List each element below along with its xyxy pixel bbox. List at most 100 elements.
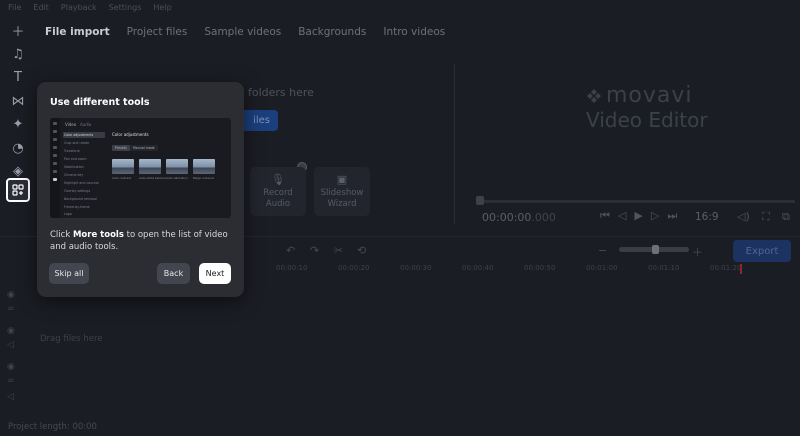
detach-icon[interactable]: ⧉	[782, 210, 790, 224]
import-tabs: File import Project files Sample videos …	[45, 26, 462, 38]
timeline-drop-hint: Drag files here	[40, 334, 103, 344]
tab-backgrounds[interactable]: Backgrounds	[298, 26, 366, 38]
preview-sidebar-icon	[53, 154, 57, 157]
menu-file[interactable]: File	[8, 3, 21, 12]
logo-subtitle: Video Editor	[586, 108, 708, 132]
ruler-tick: 00:00:10	[276, 264, 308, 272]
popup-description: Click More tools to open the list of vid…	[50, 229, 233, 253]
track-mute-icon[interactable]: ◁	[7, 392, 14, 402]
preview-menu-item: Overlay settings	[64, 189, 91, 193]
project-length: Project length: 00:00	[8, 422, 97, 432]
rotate-icon[interactable]: ⟲	[357, 244, 366, 257]
left-toolbar: ＋ ♫ T ⋈ ✦ ◔ ◈	[0, 14, 36, 424]
preview-thumbnail	[166, 159, 188, 174]
music-note-icon[interactable]: ♫	[7, 43, 29, 65]
import-plus-icon[interactable]: ＋	[7, 19, 29, 41]
ruler-tick: 00:00:30	[400, 264, 432, 272]
preview-menu-item: Crop and rotate	[64, 141, 90, 145]
preview-thumbnail	[193, 159, 215, 174]
menu-edit[interactable]: Edit	[33, 3, 49, 12]
preview-menu-item: Frame-by-frame	[64, 205, 90, 209]
preview-tab-audio: Audio	[80, 122, 92, 127]
volume-icon[interactable]: ◁)	[737, 210, 750, 223]
fullscreen-icon[interactable]: ⛶	[762, 210, 770, 224]
preview-menu-item: Background removal	[64, 197, 98, 201]
titles-icon[interactable]: T	[7, 66, 29, 88]
preview-thumbnail	[112, 159, 134, 174]
track-visibility-icon[interactable]: ◉	[7, 362, 15, 372]
more-tools-icon[interactable]	[6, 178, 30, 202]
menu-bar: File Edit Playback Settings Help	[0, 0, 800, 14]
next-button[interactable]: Next	[199, 263, 231, 284]
preview-pane-title: Color adjustments	[112, 132, 149, 137]
menu-settings[interactable]: Settings	[109, 3, 142, 12]
track-link-icon[interactable]: ∞	[7, 304, 15, 314]
play-icon[interactable]: ▶	[634, 209, 642, 223]
redo-icon[interactable]: ↷	[310, 244, 319, 257]
popup-title: Use different tools	[50, 97, 150, 108]
preview-menu-item: Highlight and conceal	[64, 181, 99, 185]
preview-sidebar-icon	[53, 178, 57, 181]
preview-menu-item: Pan and zoom	[64, 157, 87, 161]
preview-sidebar	[50, 118, 60, 218]
step-forward-icon[interactable]: ▷	[651, 209, 659, 223]
skip-end-icon[interactable]: ⏭	[667, 209, 677, 223]
zoom-in-icon[interactable]: ＋	[692, 244, 703, 260]
track-visibility-icon[interactable]: ◉	[7, 326, 15, 336]
timecode: 00:00:00.000	[482, 211, 556, 224]
slideshow-icon: ▣	[336, 172, 348, 186]
skip-all-button[interactable]: Skip all	[49, 263, 89, 284]
tab-sample-videos[interactable]: Sample videos	[204, 26, 281, 38]
tab-intro-videos[interactable]: Intro videos	[383, 26, 445, 38]
transitions-icon[interactable]: ⋈	[7, 90, 29, 112]
record-audio-label: Record Audio	[263, 187, 293, 209]
grid-icon	[12, 184, 24, 196]
preview-thumbnail-label: Magic enhance	[193, 176, 215, 180]
ruler-tick: 00:01:20	[710, 264, 742, 272]
ruler-tick: 00:01:00	[586, 264, 618, 272]
step-back-icon[interactable]: ◁	[618, 209, 626, 223]
export-button[interactable]: Export	[733, 240, 791, 262]
back-button[interactable]: Back	[157, 263, 190, 284]
timecode-main: 00:00:00	[482, 211, 532, 224]
playhead[interactable]	[740, 264, 742, 274]
zoom-out-icon[interactable]: −	[598, 244, 607, 257]
clock-icon[interactable]: ◔	[7, 137, 29, 159]
preview-thumbnail-label: Auto contrast	[112, 176, 131, 180]
track-mute-icon[interactable]: ◁	[7, 340, 14, 350]
filters-icon[interactable]: ✦	[7, 113, 29, 135]
undo-icon[interactable]: ↶	[286, 244, 295, 257]
slideshow-wizard-label: Slideshow Wizard	[320, 187, 364, 209]
timecode-ms: .000	[531, 211, 556, 224]
tab-file-import[interactable]: File import	[45, 26, 110, 38]
preview-sidebar-icon	[53, 122, 57, 125]
preview-sidebar-icon	[53, 162, 57, 165]
slideshow-wizard-card[interactable]: ▣ Slideshow Wizard	[314, 167, 370, 216]
menu-playback[interactable]: Playback	[61, 3, 97, 12]
microphone-icon: 🎙	[271, 172, 285, 186]
preview-tab-video: Video	[65, 122, 77, 127]
zoom-slider-handle[interactable]	[652, 245, 659, 254]
ruler-tick: 00:00:20	[338, 264, 370, 272]
preview-menu-item: Logo	[64, 212, 72, 216]
tab-project-files[interactable]: Project files	[127, 26, 188, 38]
aspect-ratio-select[interactable]: 16:9	[695, 211, 719, 223]
scrubber-handle[interactable]	[476, 196, 484, 205]
preview-thumbnail	[139, 159, 161, 174]
split-icon[interactable]: ✂	[334, 244, 343, 257]
onboarding-popup: Use different tools Video Audio Color ad…	[37, 82, 244, 297]
track-link-icon[interactable]: ∞	[7, 376, 15, 386]
skip-start-icon[interactable]: ⏮	[600, 209, 610, 223]
ruler-tick: 00:00:50	[524, 264, 556, 272]
preview-sidebar-icon	[53, 146, 57, 149]
logo-text: movavi	[606, 83, 693, 108]
track-visibility-icon[interactable]: ◉	[7, 290, 15, 300]
popup-desc-start: Click	[50, 230, 73, 240]
preview-scrubber[interactable]	[477, 200, 795, 203]
movavi-logo-icon	[587, 89, 601, 103]
preview-thumbnail-label: Auto white balance	[139, 176, 166, 180]
preview-sidebar-icon	[53, 138, 57, 141]
ruler-tick: 00:00:40	[462, 264, 494, 272]
record-audio-card[interactable]: 🎙 Record Audio	[250, 167, 306, 216]
menu-help[interactable]: Help	[153, 3, 171, 12]
